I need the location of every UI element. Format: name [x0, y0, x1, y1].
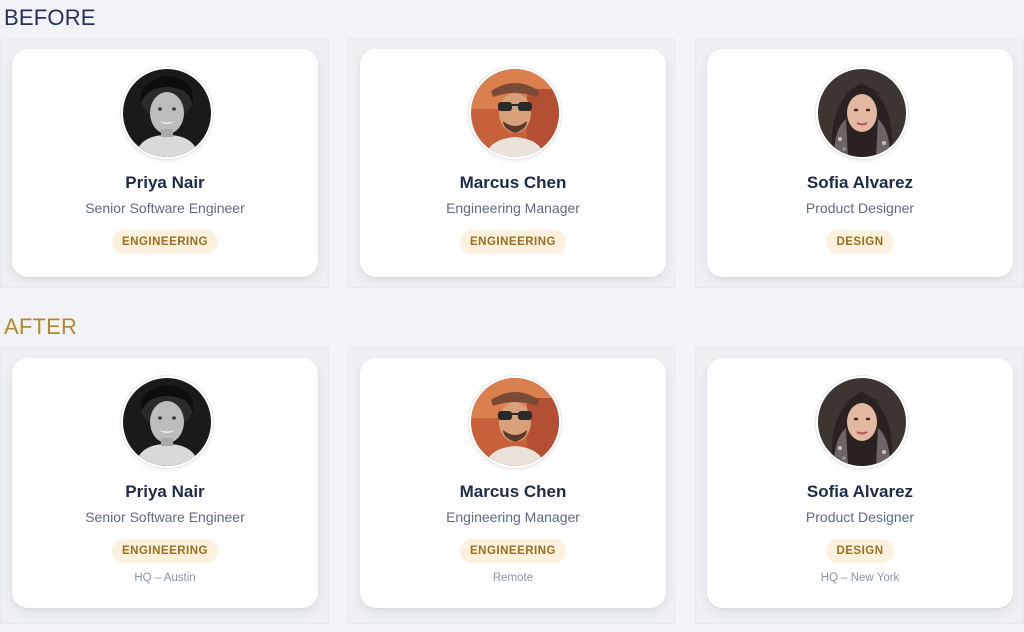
profile-job-title: Senior Software Engineer	[85, 200, 245, 216]
profile-card[interactable]: Sofia Alvarez Product Designer DESIGN HQ…	[707, 358, 1013, 608]
profile-location: HQ – Austin	[134, 572, 196, 584]
profile-job-title: Product Designer	[805, 509, 915, 525]
profile-name: Sofia Alvarez	[806, 482, 914, 501]
profile-name: Priya Nair	[125, 482, 205, 501]
profile-job-title: Engineering Manager	[446, 200, 580, 216]
department-badge: DESIGN	[826, 230, 894, 254]
department-badge: DESIGN	[826, 539, 894, 563]
profile-card[interactable]: Marcus Chen Engineering Manager ENGINEER…	[360, 358, 666, 608]
department-badge: ENGINEERING	[459, 230, 566, 254]
department-badge: ENGINEERING	[111, 539, 218, 563]
card-cell: Marcus Chen Engineering Manager ENGINEER…	[348, 38, 675, 288]
profile-card[interactable]: Priya Nair Senior Software Engineer ENGI…	[12, 49, 318, 277]
avatar-photo-icon	[469, 376, 561, 468]
profile-location: HQ – New York	[820, 572, 900, 584]
avatar-photo-icon	[816, 376, 908, 468]
after-card-row: Priya Nair Senior Software Engineer ENGI…	[0, 347, 1024, 624]
profile-card[interactable]: Priya Nair Senior Software Engineer ENGI…	[12, 358, 318, 608]
department-badge: ENGINEERING	[111, 230, 218, 254]
profile-name: Priya Nair	[125, 173, 205, 192]
card-cell: Sofia Alvarez Product Designer DESIGN HQ…	[695, 347, 1024, 624]
avatar-photo-icon	[121, 67, 213, 159]
card-cell: Priya Nair Senior Software Engineer ENGI…	[0, 347, 329, 624]
avatar-photo-icon	[469, 67, 561, 159]
before-section-label: BEFORE	[4, 5, 96, 30]
profile-name: Marcus Chen	[459, 173, 567, 192]
profile-name: Sofia Alvarez	[806, 173, 914, 192]
department-badge: ENGINEERING	[459, 539, 566, 563]
after-section-label: AFTER	[4, 314, 78, 339]
profile-card[interactable]: Marcus Chen Engineering Manager ENGINEER…	[360, 49, 666, 277]
card-cell: Marcus Chen Engineering Manager ENGINEER…	[348, 347, 675, 624]
profile-location: Remote	[492, 572, 534, 584]
avatar-photo-icon	[816, 67, 908, 159]
profile-job-title: Engineering Manager	[446, 509, 580, 525]
card-cell: Priya Nair Senior Software Engineer ENGI…	[0, 38, 329, 288]
profile-job-title: Senior Software Engineer	[85, 509, 245, 525]
profile-name: Marcus Chen	[459, 482, 567, 501]
profile-card[interactable]: Sofia Alvarez Product Designer DESIGN	[707, 49, 1013, 277]
card-cell: Sofia Alvarez Product Designer DESIGN	[695, 38, 1024, 288]
avatar-photo-icon	[121, 376, 213, 468]
profile-job-title: Product Designer	[805, 200, 915, 216]
before-card-row: Priya Nair Senior Software Engineer ENGI…	[0, 38, 1024, 288]
